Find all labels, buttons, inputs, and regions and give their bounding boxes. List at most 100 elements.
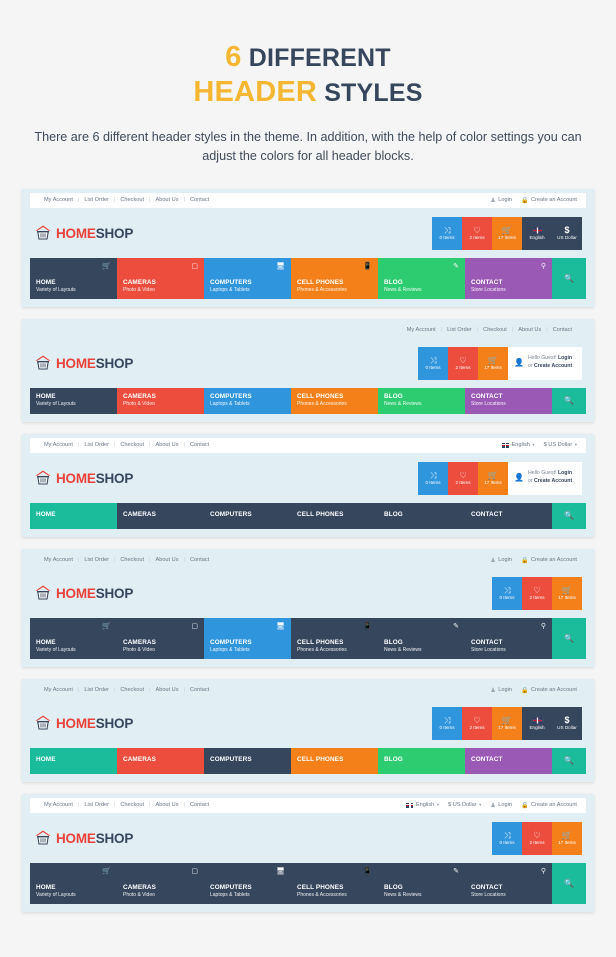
link-checkout[interactable]: Checkout — [115, 557, 149, 563]
greeting-panel[interactable]: 👤 Hello Guest! Login or Create Account — [508, 346, 582, 380]
greeting-panel[interactable]: 👤 Hello Guest! Login or Create Account — [508, 461, 582, 495]
nav-item-blog[interactable]: BLOG — [378, 747, 465, 774]
nav-item-blog[interactable]: ✎ BLOG News & Reviews — [378, 257, 465, 299]
nav-item-home[interactable]: HOME — [30, 502, 117, 529]
link-list-order[interactable]: List Order — [79, 442, 114, 448]
nav-item-blog[interactable]: BLOG — [378, 502, 465, 529]
nav-item-home[interactable]: HOME Variety of Layouts — [30, 387, 117, 414]
brand-logo[interactable]: HOMESHOP — [34, 584, 133, 602]
link-checkout[interactable]: Checkout — [115, 802, 149, 808]
greeting-create-link[interactable]: Create Account — [534, 363, 572, 369]
language-button[interactable]: English — [522, 216, 552, 250]
nav-item-contact[interactable]: ⚲ CONTACT Store Locations — [465, 617, 552, 659]
compare-button[interactable]: ⤨ 0 Items — [432, 216, 462, 250]
login-link[interactable]: ♟ Login — [490, 557, 512, 564]
link-list-order[interactable]: List Order — [79, 557, 114, 563]
wishlist-button[interactable]: ♡ 2 Items — [448, 346, 478, 380]
nav-item-cameras[interactable]: CAMERAS — [117, 747, 204, 774]
nav-item-cell-phones[interactable]: 📱 CELL PHONES Phones & Accessories — [291, 862, 378, 904]
wishlist-button[interactable]: ♡ 2 Items — [522, 821, 552, 855]
nav-item-blog[interactable]: ✎ BLOG News & Reviews — [378, 862, 465, 904]
nav-item-blog[interactable]: BLOG News & Reviews — [378, 387, 465, 414]
create-account-link[interactable]: 🔒 Create an Account — [521, 197, 577, 204]
link-contact[interactable]: Contact — [185, 557, 214, 563]
cart-button[interactable]: 🛒 17 Items — [552, 576, 582, 610]
nav-item-cameras[interactable]: CAMERAS — [117, 502, 204, 529]
nav-item-cell-phones[interactable]: CELL PHONES — [291, 502, 378, 529]
link-my-account[interactable]: My Account — [402, 327, 441, 333]
nav-item-blog[interactable]: ✎ BLOG News & Reviews — [378, 617, 465, 659]
cart-button[interactable]: 🛒 17 Items — [492, 706, 522, 740]
wishlist-button[interactable]: ♡ 2 Items — [448, 461, 478, 495]
nav-item-computers[interactable]: COMPUTERS — [204, 502, 291, 529]
create-account-link[interactable]: 🔒 Create an Account — [521, 687, 577, 694]
nav-item-computers[interactable]: 🖥 COMPUTERS Laptops & Tablets — [204, 617, 291, 659]
search-button[interactable]: 🔍 — [552, 617, 586, 659]
nav-item-contact[interactable]: ⚲ CONTACT Store Locations — [465, 862, 552, 904]
link-about-us[interactable]: About Us — [150, 442, 183, 448]
nav-item-computers[interactable]: 🖥 COMPUTERS Laptops & Tablets — [204, 862, 291, 904]
brand-logo[interactable]: HOMESHOP — [34, 354, 133, 372]
nav-item-cameras[interactable]: ▢ CAMERAS Photo & Video — [117, 617, 204, 659]
link-contact[interactable]: Contact — [185, 687, 214, 693]
nav-item-computers[interactable]: COMPUTERS — [204, 747, 291, 774]
wishlist-button[interactable]: ♡ 2 Items — [462, 706, 492, 740]
nav-item-cell-phones[interactable]: 📱 CELL PHONES Phones & Accessories — [291, 257, 378, 299]
link-list-order[interactable]: List Order — [79, 802, 114, 808]
login-link[interactable]: ♟ Login — [490, 687, 512, 694]
brand-logo[interactable]: HOMESHOP — [34, 224, 133, 242]
brand-logo[interactable]: HOMESHOP — [34, 469, 133, 487]
nav-item-home[interactable]: 🛒 HOME Variety of Layouts — [30, 257, 117, 299]
link-contact[interactable]: Contact — [185, 197, 214, 203]
nav-item-cell-phones[interactable]: CELL PHONES Phones & Accessories — [291, 387, 378, 414]
link-my-account[interactable]: My Account — [39, 557, 78, 563]
compare-button[interactable]: ⤨ 0 Items — [492, 821, 522, 855]
login-link[interactable]: ♟ Login — [490, 197, 512, 204]
link-list-order[interactable]: List Order — [442, 327, 477, 333]
create-account-link[interactable]: 🔒 Create an Account — [521, 557, 577, 564]
currency-selector[interactable]: $ US Dollar ▾ — [448, 802, 481, 808]
brand-logo[interactable]: HOMESHOP — [34, 829, 133, 847]
search-button[interactable]: 🔍 — [552, 257, 586, 299]
compare-button[interactable]: ⤨ 0 Items — [432, 706, 462, 740]
compare-button[interactable]: ⤨ 0 Items — [418, 346, 448, 380]
wishlist-button[interactable]: ♡ 2 Items — [462, 216, 492, 250]
link-contact[interactable]: Contact — [185, 442, 214, 448]
nav-item-computers[interactable]: COMPUTERS Laptops & Tablets — [204, 387, 291, 414]
compare-button[interactable]: ⤨ 0 Items — [492, 576, 522, 610]
link-my-account[interactable]: My Account — [39, 197, 78, 203]
cart-button[interactable]: 🛒 17 Items — [552, 821, 582, 855]
link-contact[interactable]: Contact — [185, 802, 214, 808]
link-list-order[interactable]: List Order — [79, 197, 114, 203]
nav-item-home[interactable]: 🛒 HOME Variety of Layouts — [30, 862, 117, 904]
link-my-account[interactable]: My Account — [39, 687, 78, 693]
nav-item-cell-phones[interactable]: 📱 CELL PHONES Phones & Accessories — [291, 617, 378, 659]
currency-button[interactable]: $ US Dollar — [552, 216, 582, 250]
link-checkout[interactable]: Checkout — [115, 197, 149, 203]
nav-item-cameras[interactable]: ▢ CAMERAS Photo & Video — [117, 257, 204, 299]
nav-item-cameras[interactable]: CAMERAS Photo & Video — [117, 387, 204, 414]
nav-item-cameras[interactable]: ▢ CAMERAS Photo & Video — [117, 862, 204, 904]
link-about-us[interactable]: About Us — [150, 802, 183, 808]
language-selector[interactable]: English ▾ — [502, 442, 535, 448]
cart-button[interactable]: 🛒 17 Items — [492, 216, 522, 250]
language-button[interactable]: English — [522, 706, 552, 740]
nav-item-home[interactable]: 🛒 HOME Variety of Layouts — [30, 617, 117, 659]
search-button[interactable]: 🔍 — [552, 862, 586, 904]
nav-item-home[interactable]: HOME — [30, 747, 117, 774]
compare-button[interactable]: ⤨ 0 Items — [418, 461, 448, 495]
link-my-account[interactable]: My Account — [39, 802, 78, 808]
search-button[interactable]: 🔍 — [552, 747, 586, 774]
nav-item-contact[interactable]: CONTACT — [465, 502, 552, 529]
wishlist-button[interactable]: ♡ 2 Items — [522, 576, 552, 610]
cart-button[interactable]: 🛒 17 Items — [478, 346, 508, 380]
link-checkout[interactable]: Checkout — [115, 442, 149, 448]
link-my-account[interactable]: My Account — [39, 442, 78, 448]
nav-item-contact[interactable]: ⚲ CONTACT Store Locations — [465, 257, 552, 299]
cart-button[interactable]: 🛒 17 Items — [478, 461, 508, 495]
link-about-us[interactable]: About Us — [513, 327, 546, 333]
nav-item-contact[interactable]: CONTACT Store Locations — [465, 387, 552, 414]
currency-button[interactable]: $ US Dollar — [552, 706, 582, 740]
link-about-us[interactable]: About Us — [150, 557, 183, 563]
link-checkout[interactable]: Checkout — [115, 687, 149, 693]
